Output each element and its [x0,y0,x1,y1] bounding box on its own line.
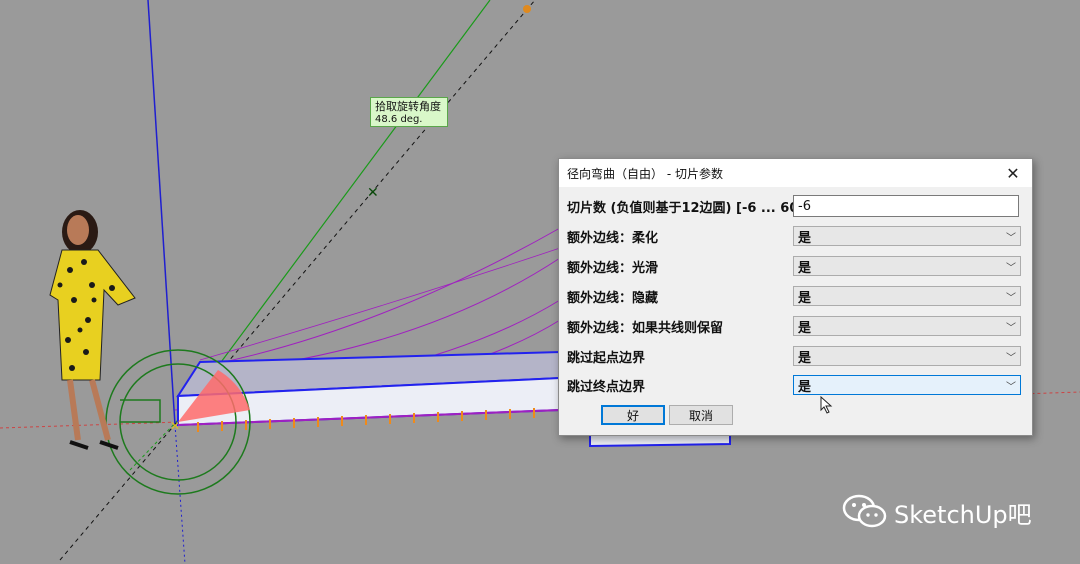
slices-input[interactable] [793,195,1019,217]
guide-endpoint [523,5,531,13]
slices-label: 切片数 (负值则基于12边圆) [-6 ... 60] [567,200,805,216]
slices-row: 切片数 (负值则基于12边圆) [-6 ... 60] [567,195,1025,217]
slice-parameters-dialog: 径向弯曲（自由） - 切片参数 ✕ 切片数 (负值则基于12边圆) [-6 ..… [558,158,1033,436]
hide-label: 额外边线：隐藏 [567,290,659,306]
skip-start-value: 是 [798,350,812,366]
mouse-cursor-icon [820,396,833,414]
wechat-icon [842,494,887,528]
watermark-text: SketchUp吧 [894,500,1032,529]
pivot-marker: ✕ [170,419,180,433]
bent-edge-5 [199,247,561,361]
dialog-titlebar[interactable]: 径向弯曲（自由） - 切片参数 ✕ [559,159,1032,187]
chevron-down-icon: ﹀ [1006,262,1016,274]
skip-end-row: 跳过终点边界 是 ﹀ [567,374,1025,396]
soften-value: 是 [798,230,812,246]
hide-row: 额外边线：隐藏 是 ﹀ [567,285,1025,307]
skip-start-row: 跳过起点边界 是 ﹀ [567,345,1025,367]
hide-select[interactable]: 是 ﹀ [793,286,1021,306]
skip-end-value: 是 [798,379,812,395]
dialog-title: 径向弯曲（自由） - 切片参数 [567,166,723,181]
rotation-angle-tooltip: 拾取旋转角度 48.6 deg. [370,97,448,127]
chevron-down-icon: ﹀ [1006,352,1016,364]
smooth-row: 额外边线：光滑 是 ﹀ [567,255,1025,277]
tooltip-angle-value: 48.6 deg. [375,114,423,125]
skip-start-label: 跳过起点边界 [567,350,646,366]
keep-collinear-select[interactable]: 是 ﹀ [793,316,1021,336]
smooth-value: 是 [798,260,812,276]
scale-figure-woman [49,210,136,450]
ok-button[interactable]: 好 [601,405,665,425]
smooth-label: 额外边线：光滑 [567,260,659,276]
skip-end-select[interactable]: 是 ﹀ [793,375,1021,395]
smooth-select[interactable]: 是 ﹀ [793,256,1021,276]
cancel-button[interactable]: 取消 [669,405,733,425]
keep-collinear-label: 额外边线：如果共线则保留 [567,320,724,336]
bent-edge-1 [209,227,561,366]
close-icon[interactable]: ✕ [1000,160,1026,186]
green-cross-marker: ✕ [367,185,379,201]
hide-value: 是 [798,290,812,306]
keep-collinear-value: 是 [798,320,812,336]
watermark: SketchUp吧 [842,494,1032,530]
chevron-down-icon: ﹀ [1006,322,1016,334]
blue-axis [147,0,176,426]
soften-select[interactable]: 是 ﹀ [793,226,1021,246]
skip-start-select[interactable]: 是 ﹀ [793,346,1021,366]
keep-collinear-row: 额外边线：如果共线则保留 是 ﹀ [567,315,1025,337]
soften-row: 额外边线：柔化 是 ﹀ [567,225,1025,247]
tooltip-title: 拾取旋转角度 [375,100,441,113]
chevron-down-icon: ﹀ [1006,381,1016,393]
soften-label: 额外边线：柔化 [567,230,659,246]
chevron-down-icon: ﹀ [1006,232,1016,244]
chevron-down-icon: ﹀ [1006,292,1016,304]
skip-end-label: 跳过终点边界 [567,379,646,395]
